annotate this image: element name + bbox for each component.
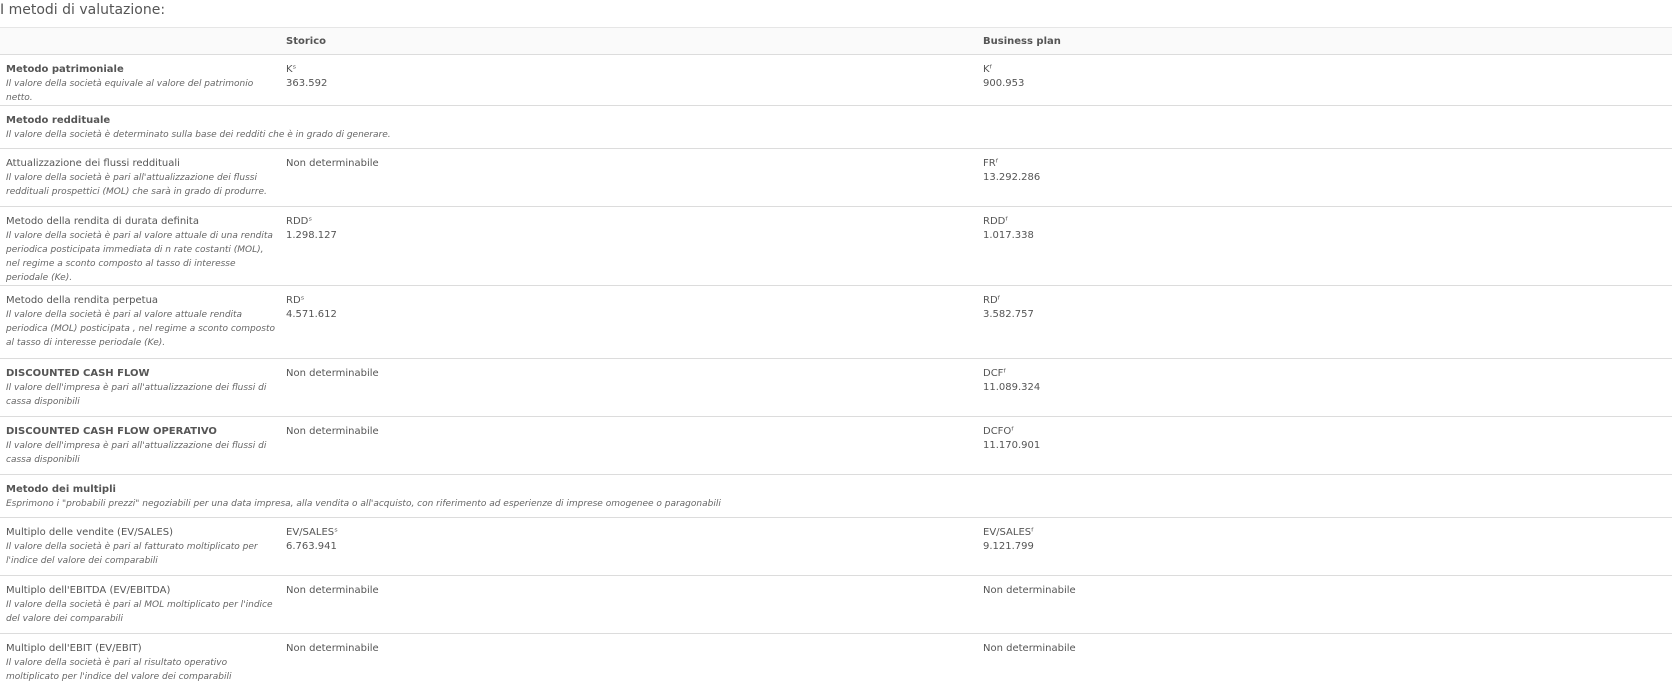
table-header-row: Storico Business plan <box>0 27 1672 55</box>
method-name: Multiplo dell'EBITDA (EV/EBITDA) <box>6 585 171 596</box>
not-determinable-text: Non determinabile <box>286 368 379 379</box>
method-name: Multiplo delle vendite (EV/SALES) <box>6 527 173 538</box>
method-description: Il valore della società è pari all'attua… <box>6 173 267 197</box>
table-row: DISCOUNTED CASH FLOW OPERATIVO Il valore … <box>0 416 1672 475</box>
business-plan-value-cell: DCFOᶠ 11.170.901 <box>983 416 1672 475</box>
value-symbol: DCFᶠ <box>983 368 1007 379</box>
value-symbol: Kᶠ <box>983 64 993 75</box>
table-row: Metodo patrimoniale Il valore della socie… <box>0 54 1672 106</box>
table-row: Multiplo delle vendite (EV/SALES) Il valo… <box>0 517 1672 576</box>
storico-value-cell: RDˢ 4.571.612 <box>286 285 983 359</box>
value-symbol: RDᶠ <box>983 295 1001 306</box>
value-amount: 363.592 <box>286 78 328 89</box>
value-amount: 6.763.941 <box>286 541 337 552</box>
method-description: Il valore della società è pari al valore… <box>6 310 275 348</box>
table-row: Multiplo dell'EBITDA (EV/EBITDA) Il valor… <box>0 575 1672 634</box>
method-description: Il valore della società è pari al risult… <box>6 658 232 682</box>
method-name: DISCOUNTED CASH FLOW <box>6 368 150 379</box>
table-row: Multiplo dell'EBIT (EV/EBIT) Il valore de… <box>0 633 1672 692</box>
method-cell: Multiplo dell'EBITDA (EV/EBITDA) Il valor… <box>0 575 286 634</box>
section-row: Metodo reddituale Il valore della società… <box>0 105 1672 149</box>
method-name: Metodo della rendita perpetua <box>6 295 159 306</box>
method-cell: Metodo patrimoniale Il valore della socie… <box>0 54 286 106</box>
value-symbol: Kˢ <box>286 64 297 75</box>
method-name: Metodo reddituale <box>6 115 111 126</box>
method-cell: Metodo reddituale Il valore della società… <box>0 105 1672 149</box>
business-plan-value-cell: Non determinabile <box>983 633 1672 692</box>
header-storico: Storico <box>286 27 983 55</box>
storico-value-cell: RDDˢ 1.298.127 <box>286 206 983 286</box>
value-symbol: DCFOᶠ <box>983 426 1015 437</box>
method-cell: DISCOUNTED CASH FLOW Il valore dell'impre… <box>0 358 286 417</box>
value-amount: 4.571.612 <box>286 309 337 320</box>
not-determinable-text: Non determinabile <box>286 643 379 654</box>
table-row: DISCOUNTED CASH FLOW Il valore dell'impre… <box>0 358 1672 417</box>
value-amount: 13.292.286 <box>983 172 1041 183</box>
method-description: Il valore della società è pari al MOL mo… <box>6 600 273 624</box>
valuation-methods-table: Storico Business plan Metodo patrimonial… <box>0 27 1672 692</box>
method-cell: Metodo dei multipli Esprimono i "probabil… <box>0 474 1672 518</box>
storico-value-cell: Non determinabile <box>286 633 983 692</box>
method-name: Metodo dei multipli <box>6 484 116 495</box>
table-row: Metodo della rendita di durata definita I… <box>0 206 1672 286</box>
value-amount: 900.953 <box>983 78 1025 89</box>
method-name: Attualizzazione dei flussi reddituali <box>6 158 180 169</box>
storico-value-cell: Non determinabile <box>286 148 983 207</box>
not-determinable-text: Non determinabile <box>286 426 379 437</box>
method-cell: Metodo della rendita di durata definita I… <box>0 206 286 286</box>
value-amount: 1.017.338 <box>983 230 1034 241</box>
value-amount: 11.089.324 <box>983 382 1041 393</box>
method-description: Il valore della società è pari al fattur… <box>6 542 258 566</box>
method-description: Il valore della società è determinato su… <box>6 130 391 140</box>
not-determinable-text: Non determinabile <box>983 585 1076 596</box>
value-symbol: RDDᶠ <box>983 216 1009 227</box>
method-cell: DISCOUNTED CASH FLOW OPERATIVO Il valore … <box>0 416 286 475</box>
business-plan-value-cell: EV/SALESᶠ 9.121.799 <box>983 517 1672 576</box>
value-amount: 1.298.127 <box>286 230 337 241</box>
business-plan-value-cell: RDᶠ 3.582.757 <box>983 285 1672 359</box>
value-symbol: RDˢ <box>286 295 305 306</box>
business-plan-value-cell: DCFᶠ 11.089.324 <box>983 358 1672 417</box>
page-title: I metodi di valutazione: <box>0 2 166 18</box>
business-plan-value-cell: Kᶠ 900.953 <box>983 54 1672 106</box>
value-amount: 3.582.757 <box>983 309 1034 320</box>
method-name: Metodo della rendita di durata definita <box>6 216 199 227</box>
method-description: Il valore della società è pari al valore… <box>6 231 273 283</box>
value-symbol: FRᶠ <box>983 158 999 169</box>
value-symbol: EV/SALESᶠ <box>983 527 1035 538</box>
method-name: Multiplo dell'EBIT (EV/EBIT) <box>6 643 142 654</box>
storico-value-cell: Kˢ 363.592 <box>286 54 983 106</box>
storico-value-cell: Non determinabile <box>286 575 983 634</box>
not-determinable-text: Non determinabile <box>983 643 1076 654</box>
method-name: Metodo patrimoniale <box>6 64 124 75</box>
not-determinable-text: Non determinabile <box>286 158 379 169</box>
business-plan-value-cell: RDDᶠ 1.017.338 <box>983 206 1672 286</box>
value-symbol: RDDˢ <box>286 216 313 227</box>
method-name: DISCOUNTED CASH FLOW OPERATIVO <box>6 426 217 437</box>
value-symbol: EV/SALESˢ <box>286 527 338 538</box>
value-amount: 11.170.901 <box>983 440 1041 451</box>
method-cell: Multiplo dell'EBIT (EV/EBIT) Il valore de… <box>0 633 286 692</box>
table-row: Metodo della rendita perpetua Il valore d… <box>0 285 1672 359</box>
storico-value-cell: EV/SALESˢ 6.763.941 <box>286 517 983 576</box>
method-cell: Attualizzazione dei flussi reddituali Il … <box>0 148 286 207</box>
table-row: Attualizzazione dei flussi reddituali Il … <box>0 148 1672 207</box>
business-plan-value-cell: FRᶠ 13.292.286 <box>983 148 1672 207</box>
method-cell: Multiplo delle vendite (EV/SALES) Il valo… <box>0 517 286 576</box>
storico-value-cell: Non determinabile <box>286 358 983 417</box>
header-method <box>0 27 286 55</box>
method-description: Esprimono i "probabili prezzi" negoziabi… <box>6 499 721 509</box>
method-description: Il valore dell'impresa è pari all'attual… <box>6 383 267 407</box>
method-description: Il valore dell'impresa è pari all'attual… <box>6 441 267 465</box>
method-description: Il valore della società equivale al valo… <box>6 79 254 103</box>
not-determinable-text: Non determinabile <box>286 585 379 596</box>
value-amount: 9.121.799 <box>983 541 1034 552</box>
section-row: Metodo dei multipli Esprimono i "probabil… <box>0 474 1672 518</box>
storico-value-cell: Non determinabile <box>286 416 983 475</box>
header-business-plan: Business plan <box>983 27 1672 55</box>
method-cell: Metodo della rendita perpetua Il valore d… <box>0 285 286 359</box>
business-plan-value-cell: Non determinabile <box>983 575 1672 634</box>
